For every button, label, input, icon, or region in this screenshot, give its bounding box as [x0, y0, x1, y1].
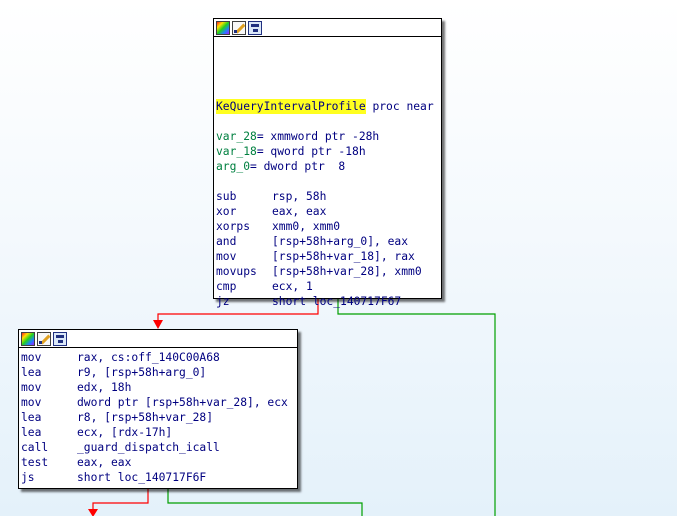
var-name[interactable]: arg_0 [216, 159, 250, 174]
operands: rax, cs:off_140C00A68 [77, 351, 220, 364]
mnemonic: lea [21, 366, 42, 379]
operands: ecx, [rdx-17h] [77, 426, 173, 439]
instruction-line[interactable]: mov dword ptr [rsp+58h+var_28], ecx [21, 395, 295, 410]
instruction-line[interactable]: mov edx, 18h [21, 380, 295, 395]
var-def: = dword ptr 8 [250, 160, 346, 173]
instruction-line[interactable]: js short loc_140717F6F [21, 470, 295, 485]
edit-pen-icon[interactable] [232, 20, 246, 35]
var-name[interactable]: var_28 [216, 129, 257, 144]
mnemonic: lea [21, 411, 42, 424]
edge-arrowhead [153, 320, 163, 329]
graph-overview-icon[interactable] [53, 331, 67, 346]
instruction-line[interactable]: movups [rsp+58h+var_28], xmm0 [216, 264, 439, 279]
instruction-line[interactable]: jz short loc_140717F67 [216, 294, 439, 309]
operands: eax, eax [77, 456, 132, 469]
mnemonic: movups [216, 265, 257, 278]
proc-declaration: KeQueryIntervalProfile proc near [216, 99, 439, 114]
edge-arrowhead [88, 509, 98, 516]
mnemonic: mov [216, 250, 237, 263]
operands: rsp, 58h [272, 190, 327, 203]
graph-overview-icon[interactable] [248, 20, 262, 35]
var-declaration: arg_0 = dword ptr 8 [216, 159, 439, 174]
edge-block2-js-target [167, 489, 363, 516]
node-header [214, 19, 441, 37]
mnemonic: mov [21, 351, 42, 364]
graph-node-block1[interactable]: KeQueryIntervalProfile proc near var_28 =… [213, 18, 442, 308]
instruction-line[interactable]: sub rsp, 58h [216, 189, 439, 204]
operands: xmm0, xmm0 [272, 220, 341, 233]
var-declaration: var_18 = qword ptr -18h [216, 144, 439, 159]
operands: ecx, 1 [272, 280, 313, 293]
operands: short loc_140717F67 [272, 295, 402, 308]
color-palette-icon[interactable] [21, 331, 35, 346]
proc-keyword: proc near [365, 100, 434, 113]
instruction-line[interactable]: mov rax, cs:off_140C00A68 [21, 350, 295, 365]
instruction-line[interactable]: lea r9, [rsp+58h+arg_0] [21, 365, 295, 380]
operands: short loc_140717F6F [77, 471, 207, 484]
operands: [rsp+58h+var_18], rax [272, 250, 415, 263]
var-name[interactable]: var_18 [216, 144, 257, 159]
mnemonic: call [21, 441, 49, 454]
edit-pen-icon[interactable] [37, 331, 51, 346]
node-code: KeQueryIntervalProfile proc near var_28 =… [214, 37, 441, 312]
operands: dword ptr [rsp+58h+var_28], ecx [77, 396, 288, 409]
graph-node-block2[interactable]: mov rax, cs:off_140C00A68 lea r9, [rsp+58h… [18, 329, 298, 489]
mnemonic: jz [216, 295, 230, 308]
mnemonic: xor [216, 205, 237, 218]
var-def: = xmmword ptr -28h [256, 130, 380, 143]
operands: eax, eax [272, 205, 327, 218]
operands: edx, 18h [77, 381, 132, 394]
instruction-line[interactable]: and [rsp+58h+arg_0], eax [216, 234, 439, 249]
mnemonic: sub [216, 190, 237, 203]
edge-block2-fallthrough [92, 489, 149, 511]
operands: _guard_dispatch_icall [77, 441, 220, 454]
mnemonic: and [216, 235, 237, 248]
mnemonic: js [21, 471, 35, 484]
instruction-line[interactable]: lea ecx, [rdx-17h] [21, 425, 295, 440]
instruction-line[interactable]: call _guard_dispatch_icall [21, 440, 295, 455]
instruction-line[interactable]: test eax, eax [21, 455, 295, 470]
edge-block1-jz-target [337, 299, 496, 516]
instruction-line[interactable]: mov [rsp+58h+var_18], rax [216, 249, 439, 264]
instruction-line[interactable]: xorps xmm0, xmm0 [216, 219, 439, 234]
node-code: mov rax, cs:off_140C00A68 lea r9, [rsp+58h… [19, 348, 297, 488]
mnemonic: xorps [216, 220, 251, 233]
mnemonic: mov [21, 381, 42, 394]
mnemonic: cmp [216, 280, 237, 293]
instruction-line[interactable]: cmp ecx, 1 [216, 279, 439, 294]
mnemonic: test [21, 456, 49, 469]
proc-name-label[interactable]: KeQueryIntervalProfile [216, 99, 366, 114]
color-palette-icon[interactable] [216, 20, 230, 35]
operands: [rsp+58h+arg_0], eax [272, 235, 409, 248]
node-header [19, 330, 297, 348]
var-def: = qword ptr -18h [256, 145, 366, 158]
mnemonic: mov [21, 396, 42, 409]
operands: r9, [rsp+58h+arg_0] [77, 366, 207, 379]
instruction-line[interactable]: xor eax, eax [216, 204, 439, 219]
instruction-line[interactable]: lea r8, [rsp+58h+var_28] [21, 410, 295, 425]
var-declaration: var_28 = xmmword ptr -28h [216, 129, 439, 144]
mnemonic: lea [21, 426, 42, 439]
operands: [rsp+58h+var_28], xmm0 [272, 265, 422, 278]
operands: r8, [rsp+58h+var_28] [77, 411, 214, 424]
